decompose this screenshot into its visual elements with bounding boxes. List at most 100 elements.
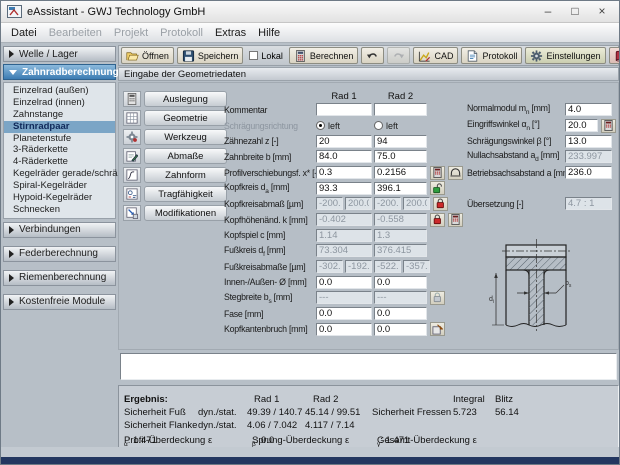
zahnbreite-rad2-input[interactable] bbox=[374, 150, 427, 164]
unlock-green-icon-button[interactable] bbox=[430, 181, 445, 196]
calculator-icon-button[interactable] bbox=[448, 212, 463, 227]
werkzeug-button[interactable]: Werkzeug bbox=[144, 129, 227, 145]
rad2-direction-radio[interactable]: left bbox=[374, 121, 427, 131]
protocol-button[interactable]: Protokoll bbox=[461, 47, 523, 64]
modifikationen-arrow-sheet-icon[interactable] bbox=[123, 205, 141, 221]
kopfhoehenaend-rad2-input bbox=[374, 213, 427, 227]
svg-text:di: di bbox=[489, 296, 494, 305]
kopfkreis-rad2-input[interactable] bbox=[374, 181, 427, 195]
lock-red-icon-button[interactable] bbox=[430, 212, 445, 227]
radio-label: left bbox=[386, 120, 399, 131]
geometrie-button[interactable]: Geometrie bbox=[144, 110, 227, 126]
sidebar-group-verbindungen[interactable]: Verbindungen bbox=[3, 221, 116, 238]
field-label: Kopfkreisabmaß [µm] bbox=[224, 198, 304, 209]
innendurchmesser-rad1-input[interactable] bbox=[316, 275, 372, 289]
calculator-icon bbox=[296, 49, 305, 62]
sidebar-item-4-raederkette[interactable]: 4-Räderkette bbox=[4, 156, 115, 168]
sidebar-group-zahnradberechnung[interactable]: Zahnradberechnung bbox=[3, 64, 119, 80]
local-checkbox[interactable]: Lokal bbox=[246, 51, 286, 61]
row-nullachsabstand: Nullachsabstand ad [mm] bbox=[467, 149, 619, 165]
menu-extras[interactable]: Extras bbox=[209, 25, 252, 41]
help-button[interactable]: Hilfe bbox=[608, 47, 619, 64]
sidebar-item-schnecken[interactable]: Schnecken bbox=[4, 204, 115, 216]
results-title: Ergebnis: bbox=[124, 394, 168, 405]
zaehnezahl-rad1-input[interactable] bbox=[316, 134, 372, 148]
cad-button[interactable]: CAD bbox=[413, 47, 459, 64]
sidebar-group-kostenfreie-module[interactable]: Kostenfreie Module bbox=[3, 293, 116, 310]
kopfkantenbruch-rad2-input[interactable] bbox=[374, 322, 427, 336]
menu-datei[interactable]: Datei bbox=[5, 25, 43, 41]
sidebar-item-einzelrad-innen[interactable]: Einzelrad (innen) bbox=[4, 97, 115, 109]
profilverschiebung-rad2-input[interactable] bbox=[374, 166, 427, 180]
tragfaehigkeit-button[interactable]: Tragfähigkeit bbox=[144, 186, 227, 202]
auslegung-button[interactable]: Auslegung bbox=[144, 91, 227, 107]
schraegungswinkel-input[interactable] bbox=[565, 134, 612, 148]
sidebar-item-stirnradpaar[interactable]: Stirnradpaar bbox=[4, 120, 115, 133]
minimize-button[interactable]: – bbox=[537, 4, 559, 20]
close-button[interactable]: × bbox=[591, 4, 613, 20]
section-title: Eingabe der Geometriedaten bbox=[124, 68, 246, 80]
sidebar-item-planetenstufe[interactable]: Planetenstufe bbox=[4, 133, 115, 145]
save-button[interactable]: Speichern bbox=[176, 47, 244, 64]
open-icon bbox=[126, 51, 139, 60]
open-button[interactable]: Öffnen bbox=[121, 47, 174, 64]
eingriffswinkel-input[interactable] bbox=[565, 119, 598, 132]
sidebar-group-label: Verbindungen bbox=[19, 224, 81, 236]
kopfspiel-rad2-input bbox=[374, 228, 427, 242]
werkzeug-gear-icon[interactable] bbox=[123, 129, 141, 145]
abmasse-pencil-icon[interactable] bbox=[123, 148, 141, 164]
lock-gray-icon-button[interactable] bbox=[430, 290, 445, 305]
innendurchmesser-rad2-input[interactable] bbox=[374, 275, 427, 289]
sidebar-group-welle-lager[interactable]: Welle / Lager bbox=[3, 46, 116, 62]
results-col-rad2: Rad 2 bbox=[313, 394, 339, 405]
normalmodul-input[interactable] bbox=[565, 103, 612, 117]
zahnform-curve-icon[interactable] bbox=[123, 167, 141, 183]
geometrie-grid-icon[interactable] bbox=[123, 110, 141, 126]
sidebar-group-federberechnung[interactable]: Federberechnung bbox=[3, 245, 116, 262]
sidebar-item-kegelraeder[interactable]: Kegelräder gerade/schräg bbox=[4, 168, 123, 180]
profilverschiebung-rad1-input[interactable] bbox=[316, 166, 372, 180]
auslegung-calculator-icon[interactable] bbox=[123, 91, 141, 107]
kommentar-rad1-input[interactable] bbox=[316, 103, 372, 117]
redo-icon bbox=[394, 52, 405, 58]
calculate-button[interactable]: Berechnen bbox=[288, 47, 359, 64]
menu-protokoll: Protokoll bbox=[160, 26, 203, 39]
menu-bar: Datei Bearbeiten Projekt Protokoll Extra… bbox=[1, 23, 619, 43]
undo-button[interactable] bbox=[361, 47, 385, 64]
kommentar-rad2-input[interactable] bbox=[374, 103, 427, 117]
sidebar-group-riemenberechnung[interactable]: Riemenberechnung bbox=[3, 269, 116, 286]
sidebar-item-spiral-kegelraeder[interactable]: Spiral-Kegelräder bbox=[4, 180, 115, 192]
calculator-icon-button[interactable] bbox=[601, 118, 616, 133]
zaehnezahl-rad2-input[interactable] bbox=[374, 134, 427, 148]
sidebar-item-3-raederkette[interactable]: 3-Räderkette bbox=[4, 144, 115, 156]
modifikationen-button[interactable]: Modifikationen bbox=[144, 205, 227, 221]
rad1-direction-radio[interactable]: left bbox=[316, 121, 372, 131]
sidebar-group-label: Federberechnung bbox=[19, 248, 98, 260]
calculator-icon-button[interactable] bbox=[430, 165, 445, 180]
fase-rad2-input[interactable] bbox=[374, 307, 427, 321]
tragfaehigkeit-sigma-icon[interactable] bbox=[123, 186, 141, 202]
save-icon bbox=[182, 49, 194, 62]
zahnbreite-rad1-input[interactable] bbox=[316, 150, 372, 164]
fase-rad1-input[interactable] bbox=[316, 307, 372, 321]
maximize-button[interactable]: □ bbox=[564, 4, 586, 20]
sidebar-item-einzelrad-aussen[interactable]: Einzelrad (außen) bbox=[4, 85, 115, 97]
cad-icon bbox=[419, 51, 431, 62]
geometry-form-panel: Auslegung Geometrie Werkzeug Abmaße Zahn… bbox=[118, 82, 619, 350]
tooth-profile-icon-button[interactable] bbox=[448, 165, 463, 180]
sidebar-item-zahnstange[interactable]: Zahnstange bbox=[4, 109, 115, 121]
sidebar-item-hypoid-kegelraeder[interactable]: Hypoid-Kegelräder bbox=[4, 192, 115, 204]
row-stegbreite: Stegbreite bs [mm] bbox=[224, 290, 472, 306]
lock-red-icon-button[interactable] bbox=[433, 196, 448, 211]
kopfkreis-rad1-input[interactable] bbox=[316, 181, 372, 195]
betriebsachsabstand-input[interactable] bbox=[565, 166, 612, 180]
module-nav-column: Auslegung Geometrie Werkzeug Abmaße Zahn… bbox=[123, 91, 227, 224]
row-kopfspiel: Kopfspiel c [mm] bbox=[224, 227, 472, 243]
kopfkantenbruch-rad1-input[interactable] bbox=[316, 322, 372, 336]
zahnform-button[interactable]: Zahnform bbox=[144, 167, 227, 183]
settings-button[interactable]: Einstellungen bbox=[525, 47, 606, 64]
abmasse-button[interactable]: Abmaße bbox=[144, 148, 227, 164]
kopfspiel-rad1-input bbox=[316, 228, 372, 242]
chamfer-icon-button[interactable] bbox=[430, 322, 445, 337]
menu-hilfe[interactable]: Hilfe bbox=[252, 25, 286, 41]
